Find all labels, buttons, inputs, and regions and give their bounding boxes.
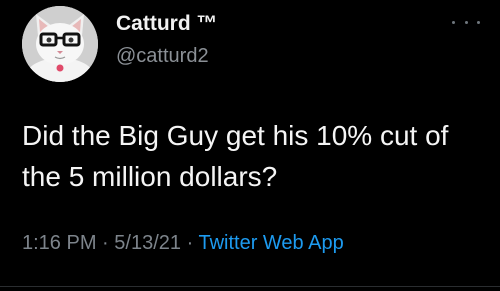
dot bbox=[464, 20, 468, 24]
avatar[interactable] bbox=[22, 6, 98, 82]
display-name[interactable]: Catturd ™ bbox=[116, 12, 218, 36]
cat-avatar-icon bbox=[22, 6, 98, 82]
tweet-text: Did the Big Guy get his 10% cut of the 5… bbox=[22, 120, 449, 192]
separator: · bbox=[186, 232, 194, 254]
user-handle[interactable]: @catturd2 bbox=[116, 45, 209, 68]
tweet-metadata: 1:16 PM · 5/13/21 · Twitter Web App bbox=[22, 232, 344, 255]
tweet-time[interactable]: 1:16 PM bbox=[22, 232, 96, 254]
dot bbox=[452, 20, 455, 24]
tweet-card: Catturd ™ @catturd2 Did the Big Guy get … bbox=[0, 0, 500, 291]
tweet-date[interactable]: 5/13/21 bbox=[114, 232, 181, 254]
divider bbox=[0, 286, 500, 287]
dot bbox=[477, 20, 480, 24]
more-options-icon[interactable] bbox=[452, 14, 480, 30]
separator: · bbox=[102, 232, 109, 254]
tweet-source-link[interactable]: Twitter Web App bbox=[198, 232, 343, 254]
